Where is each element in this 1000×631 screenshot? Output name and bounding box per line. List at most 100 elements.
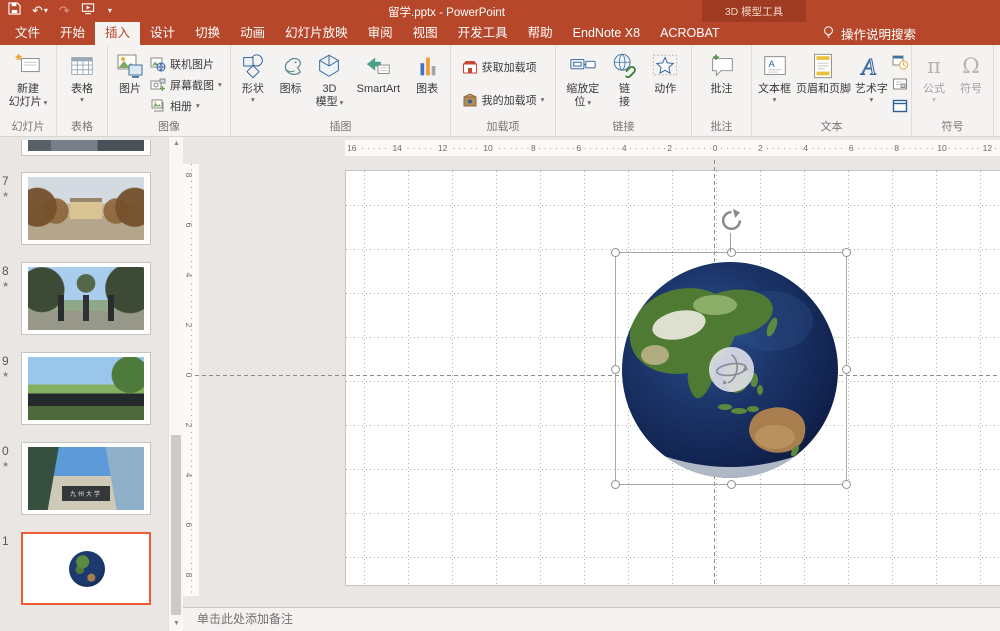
tab-home[interactable]: 开始 (50, 22, 95, 45)
slide-number: 9 (2, 354, 9, 368)
comment-button[interactable]: 批注 (700, 48, 744, 96)
slide-thumbnail-19[interactable] (21, 352, 151, 425)
tab-slideshow[interactable]: 幻灯片放映 (275, 22, 358, 45)
tab-acrobat[interactable]: ACROBAT (650, 22, 730, 45)
table-button[interactable]: 表格 ▾ (66, 48, 98, 104)
scrollbar-thumb[interactable] (171, 435, 181, 615)
scroll-up-arrow[interactable]: ▲ (169, 137, 184, 151)
dropdown-icon: ▾ (340, 99, 344, 107)
header-footer-icon (807, 50, 839, 82)
grid-line (408, 171, 409, 585)
svg-text:A: A (860, 54, 877, 80)
vertical-ruler: 864202468 (183, 164, 199, 596)
resize-handle-middle-right[interactable] (842, 365, 851, 374)
tab-view[interactable]: 视图 (403, 22, 448, 45)
photo-album-button[interactable]: 相册 ▾ (150, 95, 222, 116)
contextual-tab-group-label: 3D 模型工具 (702, 4, 806, 19)
slide-number: 1 (2, 534, 9, 548)
icons-button[interactable]: 图标 (273, 48, 309, 96)
textbox-icon: A (759, 50, 791, 82)
3d-rotate-gizmo-icon[interactable] (708, 346, 755, 393)
new-slide-button[interactable]: 新建 幻灯片▾ (9, 48, 48, 109)
scroll-down-arrow[interactable]: ▼ (169, 617, 184, 631)
my-addins-button[interactable]: 我的加载项 ▾ (462, 89, 545, 110)
picture-button[interactable]: 图片 (110, 48, 150, 96)
shapes-button[interactable]: 形状▾ (234, 48, 272, 104)
slide-thumbnail-20[interactable]: 九州大学 (21, 442, 151, 515)
group-label-addins: 加载项 (451, 120, 555, 136)
tell-me-search[interactable]: 操作说明搜索 (822, 22, 916, 45)
comment-icon (706, 50, 738, 82)
tab-design[interactable]: 设计 (140, 22, 185, 45)
group-images: 图片 联机图片 屏幕截图 ▾ (108, 45, 231, 136)
slide-number-button[interactable] (891, 75, 909, 93)
dropdown-icon: ▾ (870, 96, 874, 104)
undo-dropdown-icon[interactable]: ▾ (44, 2, 48, 20)
get-addins-button[interactable]: 获取加载项 (462, 56, 545, 77)
grid-line (584, 171, 585, 585)
header-footer-button[interactable]: 页眉和页脚 (795, 48, 852, 96)
h-ruler-number: 4 (801, 143, 810, 153)
tab-file[interactable]: 文件 (5, 22, 50, 45)
slide-thumbnail-panel: 7 ★ 8 ★ 9 ★ 0 ★ 九州大学 1 (0, 137, 168, 631)
table-icon (66, 50, 98, 82)
textbox-button[interactable]: A 文本框▾ (754, 48, 795, 104)
v-ruler-number: 6 (183, 522, 194, 529)
group-label-symbols: 符号 (912, 120, 993, 136)
group-label-comments: 批注 (692, 120, 751, 136)
grid-line (936, 171, 937, 585)
notes-pane[interactable]: 单击此处添加备注 (183, 607, 1000, 631)
zoom-button[interactable]: 缩放定 位▾ (561, 48, 605, 109)
h-ruler-number: 2 (756, 143, 765, 153)
tab-transitions[interactable]: 切换 (185, 22, 230, 45)
group-illustrations: 形状▾ 图标 3D 模型▾ Sma (231, 45, 451, 136)
resize-handle-bottom-middle[interactable] (727, 480, 736, 489)
start-slideshow-icon[interactable] (81, 2, 95, 20)
action-button[interactable]: 动作 (644, 48, 686, 96)
chart-button[interactable]: 图表 (407, 48, 447, 96)
online-pictures-button[interactable]: 联机图片 (150, 53, 222, 74)
dropdown-icon: ▾ (80, 96, 84, 104)
tab-insert[interactable]: 插入 (95, 22, 140, 45)
group-label-tables: 表格 (57, 120, 107, 136)
object-button[interactable] (891, 97, 909, 115)
slide-thumbnail-partial[interactable] (21, 140, 151, 156)
3d-models-button[interactable]: 3D 模型▾ (309, 48, 349, 109)
shapes-icon (237, 50, 269, 82)
link-button[interactable]: 链 接 (608, 48, 642, 109)
dropdown-icon: ▾ (541, 96, 545, 104)
rotate-handle-icon[interactable] (719, 208, 744, 233)
wordart-button[interactable]: A 艺术字▾ (852, 48, 891, 104)
slide-thumbnail-21-selected[interactable] (21, 532, 151, 605)
omega-icon: Ω (962, 60, 979, 73)
undo-button[interactable]: ↶ ▾ (32, 2, 48, 20)
slide-thumbnail-18[interactable] (21, 262, 151, 335)
resize-handle-top-right[interactable] (842, 248, 851, 257)
date-time-button[interactable] (891, 53, 909, 71)
tab-developer[interactable]: 开发工具 (448, 22, 518, 45)
screenshot-button[interactable]: 屏幕截图 ▾ (150, 74, 222, 95)
resize-handle-top-middle[interactable] (727, 248, 736, 257)
tab-animations[interactable]: 动画 (230, 22, 275, 45)
tab-endnote[interactable]: EndNote X8 (563, 22, 650, 45)
thumbnail-scrollbar[interactable]: ▲ ▼ (168, 137, 183, 631)
ribbon: 新建 幻灯片▾ 幻灯片 表格 ▾ 表格 (0, 45, 1000, 137)
tab-review[interactable]: 审阅 (358, 22, 403, 45)
grid-line (980, 171, 981, 585)
resize-handle-bottom-left[interactable] (611, 480, 620, 489)
group-label-illustrations: 插图 (231, 120, 450, 136)
grid-line (346, 557, 1000, 558)
h-ruler-number: 12 (436, 143, 449, 153)
tab-help[interactable]: 帮助 (518, 22, 563, 45)
resize-handle-bottom-right[interactable] (842, 480, 851, 489)
symbol-button: Ω 符号 (954, 48, 988, 96)
smartart-button[interactable]: SmartArt (350, 48, 406, 96)
dropdown-icon: ▾ (587, 99, 591, 107)
customize-qat-icon[interactable]: ▾ (108, 2, 112, 20)
save-icon[interactable] (8, 2, 21, 20)
group-label-images: 图像 (108, 120, 230, 136)
resize-handle-top-left[interactable] (611, 248, 620, 257)
slide-thumbnail-17[interactable] (21, 172, 151, 245)
resize-handle-middle-left[interactable] (611, 365, 620, 374)
dropdown-icon: ▾ (251, 96, 255, 104)
